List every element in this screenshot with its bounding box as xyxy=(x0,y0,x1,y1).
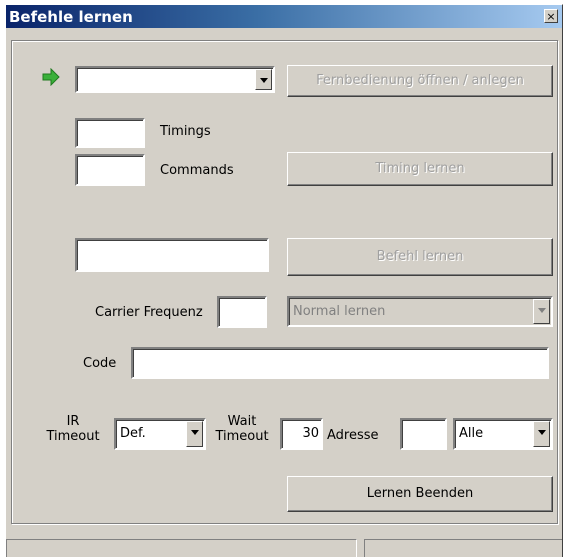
code-label: Code xyxy=(83,356,117,371)
remote-select[interactable] xyxy=(75,66,275,93)
chevron-down-icon[interactable] xyxy=(255,69,272,90)
adresse-label: Adresse xyxy=(327,428,379,443)
learn-timing-button[interactable]: Timing lernen xyxy=(287,152,553,186)
learn-commands-window: Befehle lernen × Fernbedienung öffnen / … xyxy=(5,4,563,557)
status-pane-left xyxy=(6,539,357,557)
ir-timeout-value: Def. xyxy=(120,426,146,441)
commands-field[interactable] xyxy=(75,154,145,186)
carrier-frequency-field[interactable] xyxy=(217,296,267,328)
code-field[interactable] xyxy=(131,347,549,379)
wait-timeout-label: Wait Timeout xyxy=(215,414,269,444)
learn-mode-select[interactable]: Normal lernen xyxy=(287,296,553,327)
commands-label: Commands xyxy=(160,163,234,178)
chevron-down-icon[interactable] xyxy=(186,421,203,447)
ir-timeout-select[interactable]: Def. xyxy=(114,418,206,450)
learn-group xyxy=(11,40,558,524)
learn-command-button[interactable]: Befehl lernen xyxy=(287,238,553,276)
command-name-field[interactable] xyxy=(75,238,269,272)
adresse-select[interactable]: Alle xyxy=(453,418,553,450)
carrier-frequency-label: Carrier Frequenz xyxy=(95,305,203,320)
open-remote-button[interactable]: Fernbedienung öffnen / anlegen xyxy=(287,65,553,97)
timings-label: Timings xyxy=(160,124,211,139)
status-pane-right xyxy=(364,539,562,557)
chevron-down-icon[interactable] xyxy=(533,299,550,324)
close-button[interactable]: × xyxy=(544,9,558,23)
chevron-down-icon[interactable] xyxy=(533,421,550,447)
window-title: Befehle lernen xyxy=(9,8,133,26)
wait-timeout-field[interactable]: 30 xyxy=(280,418,323,450)
finish-learning-button[interactable]: Lernen Beenden xyxy=(287,476,553,512)
status-bar xyxy=(6,537,562,557)
adresse-select-value: Alle xyxy=(459,426,484,441)
ir-timeout-label: IR Timeout xyxy=(46,414,100,444)
green-arrow-icon xyxy=(42,68,60,86)
title-bar[interactable]: Befehle lernen × xyxy=(6,5,562,28)
learn-mode-value: Normal lernen xyxy=(293,304,386,319)
timings-field[interactable] xyxy=(75,118,145,148)
adresse-field[interactable] xyxy=(400,418,447,450)
